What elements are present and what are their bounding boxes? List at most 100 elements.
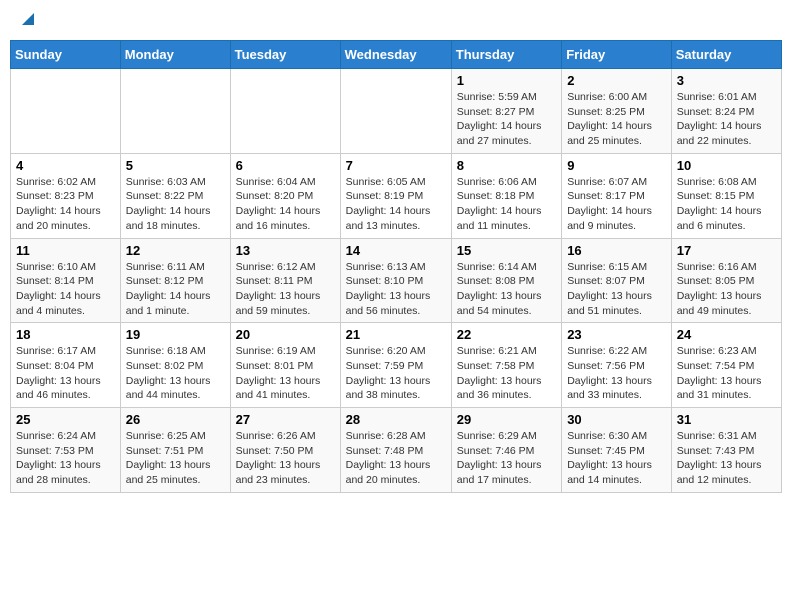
day-info: Sunrise: 6:04 AMSunset: 8:20 PMDaylight:… (236, 175, 335, 234)
day-cell: 21Sunrise: 6:20 AMSunset: 7:59 PMDayligh… (340, 323, 451, 408)
day-cell: 26Sunrise: 6:25 AMSunset: 7:51 PMDayligh… (120, 408, 230, 493)
day-cell: 15Sunrise: 6:14 AMSunset: 8:08 PMDayligh… (451, 238, 561, 323)
day-number: 21 (346, 327, 446, 342)
day-cell (230, 69, 340, 154)
day-cell: 24 Sunrise: 6:23 AMSunset: 7:54 PMDayligh… (671, 323, 781, 408)
day-number: 19 (126, 327, 225, 342)
day-info: Sunrise: 6:23 AMSunset: 7:54 PMDaylight:… (677, 344, 776, 403)
day-info: Sunrise: 6:19 AMSunset: 8:01 PMDaylight:… (236, 344, 335, 403)
day-info: Sunrise: 6:17 AMSunset: 8:04 PMDaylight:… (16, 344, 115, 403)
day-number: 25 (16, 412, 115, 427)
day-number: 29 (457, 412, 556, 427)
day-number: 5 (126, 158, 225, 173)
day-info: Sunrise: 6:16 AMSunset: 8:05 PMDaylight:… (677, 260, 776, 319)
day-number: 17 (677, 243, 776, 258)
day-info: Sunrise: 6:06 AMSunset: 8:18 PMDaylight:… (457, 175, 556, 234)
day-cell: 30Sunrise: 6:30 AMSunset: 7:45 PMDayligh… (562, 408, 672, 493)
day-header-tuesday: Tuesday (230, 41, 340, 69)
day-cell: 28Sunrise: 6:28 AMSunset: 7:48 PMDayligh… (340, 408, 451, 493)
day-cell: 7Sunrise: 6:05 AMSunset: 8:19 PMDaylight… (340, 153, 451, 238)
day-info: Sunrise: 6:22 AMSunset: 7:56 PMDaylight:… (567, 344, 666, 403)
day-cell: 12 Sunrise: 6:11 AMSunset: 8:12 PMDayligh… (120, 238, 230, 323)
day-cell (11, 69, 121, 154)
day-number: 22 (457, 327, 556, 342)
day-number: 1 (457, 73, 556, 88)
day-info: Sunrise: 6:28 AMSunset: 7:48 PMDaylight:… (346, 429, 446, 488)
day-number: 8 (457, 158, 556, 173)
calendar-table: SundayMondayTuesdayWednesdayThursdayFrid… (10, 40, 782, 493)
day-number: 7 (346, 158, 446, 173)
day-number: 13 (236, 243, 335, 258)
day-cell: 14 Sunrise: 6:13 AMSunset: 8:10 PMDayligh… (340, 238, 451, 323)
day-number: 24 (677, 327, 776, 342)
week-row-4: 18 Sunrise: 6:17 AMSunset: 8:04 PMDayligh… (11, 323, 782, 408)
day-cell: 13 Sunrise: 6:12 AMSunset: 8:11 PMDayligh… (230, 238, 340, 323)
day-number: 14 (346, 243, 446, 258)
day-info: Sunrise: 6:31 AMSunset: 7:43 PMDaylight:… (677, 429, 776, 488)
day-info: Sunrise: 6:03 AMSunset: 8:22 PMDaylight:… (126, 175, 225, 234)
day-cell: 22 Sunrise: 6:21 AMSunset: 7:58 PMDayligh… (451, 323, 561, 408)
day-number: 12 (126, 243, 225, 258)
day-info: Sunrise: 6:13 AMSunset: 8:10 PMDaylight:… (346, 260, 446, 319)
day-info: Sunrise: 6:30 AMSunset: 7:45 PMDaylight:… (567, 429, 666, 488)
day-info: Sunrise: 6:18 AMSunset: 8:02 PMDaylight:… (126, 344, 225, 403)
day-info: Sunrise: 6:11 AMSunset: 8:12 PMDaylight:… (126, 260, 225, 319)
day-number: 18 (16, 327, 115, 342)
day-header-friday: Friday (562, 41, 672, 69)
day-header-saturday: Saturday (671, 41, 781, 69)
day-cell: 27Sunrise: 6:26 AMSunset: 7:50 PMDayligh… (230, 408, 340, 493)
day-number: 10 (677, 158, 776, 173)
day-cell: 3 Sunrise: 6:01 AMSunset: 8:24 PMDaylight… (671, 69, 781, 154)
day-cell: 20 Sunrise: 6:19 AMSunset: 8:01 PMDayligh… (230, 323, 340, 408)
day-cell: 17 Sunrise: 6:16 AMSunset: 8:05 PMDayligh… (671, 238, 781, 323)
day-cell: 1 Sunrise: 5:59 AMSunset: 8:27 PMDaylight… (451, 69, 561, 154)
day-cell: 9 Sunrise: 6:07 AMSunset: 8:17 PMDaylight… (562, 153, 672, 238)
week-row-5: 25Sunrise: 6:24 AMSunset: 7:53 PMDayligh… (11, 408, 782, 493)
week-row-2: 4 Sunrise: 6:02 AMSunset: 8:23 PMDaylight… (11, 153, 782, 238)
day-number: 23 (567, 327, 666, 342)
day-cell: 29Sunrise: 6:29 AMSunset: 7:46 PMDayligh… (451, 408, 561, 493)
day-number: 9 (567, 158, 666, 173)
day-info: Sunrise: 6:12 AMSunset: 8:11 PMDaylight:… (236, 260, 335, 319)
day-cell: 16 Sunrise: 6:15 AMSunset: 8:07 PMDayligh… (562, 238, 672, 323)
day-cell: 8 Sunrise: 6:06 AMSunset: 8:18 PMDaylight… (451, 153, 561, 238)
day-info: Sunrise: 6:14 AMSunset: 8:08 PMDaylight:… (457, 260, 556, 319)
day-cell (340, 69, 451, 154)
logo (20, 15, 34, 25)
day-cell: 2 Sunrise: 6:00 AMSunset: 8:25 PMDaylight… (562, 69, 672, 154)
day-info: Sunrise: 5:59 AMSunset: 8:27 PMDaylight:… (457, 90, 556, 149)
day-cell: 31Sunrise: 6:31 AMSunset: 7:43 PMDayligh… (671, 408, 781, 493)
day-number: 11 (16, 243, 115, 258)
day-info: Sunrise: 6:00 AMSunset: 8:25 PMDaylight:… (567, 90, 666, 149)
day-header-wednesday: Wednesday (340, 41, 451, 69)
day-cell: 6 Sunrise: 6:04 AMSunset: 8:20 PMDaylight… (230, 153, 340, 238)
day-cell: 25Sunrise: 6:24 AMSunset: 7:53 PMDayligh… (11, 408, 121, 493)
day-number: 2 (567, 73, 666, 88)
week-row-1: 1 Sunrise: 5:59 AMSunset: 8:27 PMDaylight… (11, 69, 782, 154)
day-number: 6 (236, 158, 335, 173)
day-info: Sunrise: 6:21 AMSunset: 7:58 PMDaylight:… (457, 344, 556, 403)
day-info: Sunrise: 6:07 AMSunset: 8:17 PMDaylight:… (567, 175, 666, 234)
day-header-row: SundayMondayTuesdayWednesdayThursdayFrid… (11, 41, 782, 69)
day-number: 20 (236, 327, 335, 342)
day-cell: 5 Sunrise: 6:03 AMSunset: 8:22 PMDaylight… (120, 153, 230, 238)
day-number: 27 (236, 412, 335, 427)
day-cell: 4 Sunrise: 6:02 AMSunset: 8:23 PMDaylight… (11, 153, 121, 238)
day-info: Sunrise: 6:25 AMSunset: 7:51 PMDaylight:… (126, 429, 225, 488)
day-number: 16 (567, 243, 666, 258)
day-header-thursday: Thursday (451, 41, 561, 69)
day-info: Sunrise: 6:02 AMSunset: 8:23 PMDaylight:… (16, 175, 115, 234)
day-info: Sunrise: 6:15 AMSunset: 8:07 PMDaylight:… (567, 260, 666, 319)
day-cell: 11 Sunrise: 6:10 AMSunset: 8:14 PMDayligh… (11, 238, 121, 323)
week-row-3: 11 Sunrise: 6:10 AMSunset: 8:14 PMDayligh… (11, 238, 782, 323)
day-cell: 18 Sunrise: 6:17 AMSunset: 8:04 PMDayligh… (11, 323, 121, 408)
day-info: Sunrise: 6:10 AMSunset: 8:14 PMDaylight:… (16, 260, 115, 319)
day-cell: 19 Sunrise: 6:18 AMSunset: 8:02 PMDayligh… (120, 323, 230, 408)
day-info: Sunrise: 6:01 AMSunset: 8:24 PMDaylight:… (677, 90, 776, 149)
day-info: Sunrise: 6:08 AMSunset: 8:15 PMDaylight:… (677, 175, 776, 234)
day-cell: 10 Sunrise: 6:08 AMSunset: 8:15 PMDayligh… (671, 153, 781, 238)
day-number: 3 (677, 73, 776, 88)
day-number: 4 (16, 158, 115, 173)
day-header-sunday: Sunday (11, 41, 121, 69)
day-cell: 23 Sunrise: 6:22 AMSunset: 7:56 PMDayligh… (562, 323, 672, 408)
